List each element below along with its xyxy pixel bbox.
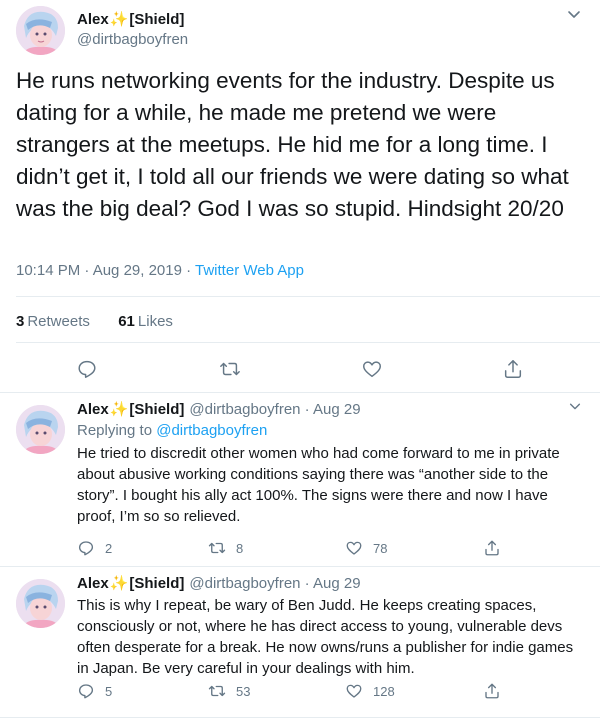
like-icon <box>346 541 362 555</box>
chevron-down-icon[interactable] <box>566 6 582 22</box>
retweet-button[interactable]: 53 <box>208 682 250 700</box>
replying-to: Replying to @dirtbagboyfren <box>77 422 267 439</box>
share-button[interactable] <box>483 682 511 700</box>
reply-tweet[interactable]: Alex ✨ [Shield] @dirtbagboyfren · Aug 29… <box>0 567 600 718</box>
reply-tweet[interactable]: Alex ✨ [Shield] @dirtbagboyfren · Aug 29… <box>0 393 600 567</box>
reply-count: 2 <box>105 540 113 556</box>
divider <box>16 342 600 343</box>
share-icon <box>485 540 499 556</box>
like-button[interactable]: 128 <box>345 682 395 700</box>
like-button[interactable]: 78 <box>345 539 387 557</box>
retweets-stat[interactable]: 3 Retweets <box>16 313 90 330</box>
reply-text: This is why I repeat, be wary of Ben Jud… <box>77 597 574 677</box>
chevron-down-icon[interactable] <box>568 399 582 413</box>
share-icon[interactable] <box>502 358 524 380</box>
tweet-actions <box>0 356 600 384</box>
sparkle-icon: ✨ <box>109 401 129 418</box>
author-tag[interactable]: [Shield] <box>129 575 184 592</box>
avatar-illustration <box>16 6 65 55</box>
retweet-count: 53 <box>236 683 251 699</box>
author-name[interactable]: Alex <box>77 575 109 592</box>
reply-button[interactable]: 2 <box>77 539 112 557</box>
retweet-button[interactable]: 8 <box>208 539 243 557</box>
like-count: 78 <box>373 540 388 556</box>
author-name-row[interactable]: Alex ✨ [Shield] <box>77 10 184 29</box>
author-tag[interactable]: [Shield] <box>129 401 184 418</box>
avatar-illustration <box>16 579 65 628</box>
avatar[interactable] <box>16 405 65 454</box>
author-name[interactable]: Alex <box>77 401 109 418</box>
reply-count: 5 <box>105 683 113 699</box>
source-app-link[interactable]: Twitter Web App <box>195 262 304 279</box>
reply-text: He tried to discredit other women who ha… <box>77 445 560 525</box>
tweet-text: He runs networking events for the indust… <box>16 68 569 221</box>
reply-icon <box>78 541 94 556</box>
author-tag[interactable]: [Shield] <box>129 11 184 28</box>
like-count: 128 <box>373 683 395 699</box>
avatar[interactable] <box>16 579 65 628</box>
share-button[interactable] <box>483 539 511 557</box>
reply-icon <box>78 684 94 699</box>
likes-label: Likes <box>137 313 173 330</box>
like-icon[interactable] <box>361 358 383 380</box>
author-handle[interactable]: @dirtbagboyfren <box>77 31 188 48</box>
sparkle-icon: ✨ <box>109 575 129 592</box>
engagement-stats: 3 Retweets 61 Likes <box>16 313 173 330</box>
reply-button[interactable]: 5 <box>77 682 112 700</box>
reply-actions: 5 53 128 <box>0 682 600 702</box>
reply-icon[interactable] <box>76 358 98 380</box>
replying-handle-link[interactable]: @dirtbagboyfren <box>156 422 267 439</box>
reply-header: Alex ✨ [Shield] @dirtbagboyfren · Aug 29 <box>77 400 361 419</box>
reply-header: Alex ✨ [Shield] @dirtbagboyfren · Aug 29 <box>77 574 361 593</box>
retweet-icon <box>208 542 226 554</box>
retweet-icon <box>208 685 226 697</box>
author-handle-date[interactable]: @dirtbagboyfren · Aug 29 <box>189 575 360 592</box>
sparkle-icon: ✨ <box>109 11 129 28</box>
tweet-timestamp[interactable]: 10:14 PM · Aug 29, 2019 · <box>16 262 195 279</box>
share-icon <box>485 683 499 699</box>
avatar[interactable] <box>16 6 65 55</box>
author-name[interactable]: Alex <box>77 11 109 28</box>
reply-actions: 2 8 78 <box>0 539 600 559</box>
replying-prefix: Replying to <box>77 422 157 439</box>
retweet-count: 8 <box>236 540 244 556</box>
like-icon <box>346 684 362 698</box>
likes-stat[interactable]: 61 Likes <box>118 313 173 330</box>
author-handle-date[interactable]: @dirtbagboyfren · Aug 29 <box>189 401 360 418</box>
retweets-count: 3 <box>16 313 25 330</box>
retweets-label: Retweets <box>27 313 90 330</box>
tweet-meta: 10:14 PM · Aug 29, 2019 · Twitter Web Ap… <box>16 262 304 279</box>
likes-count: 61 <box>118 313 135 330</box>
main-tweet: Alex ✨ [Shield] @dirtbagboyfren He runs … <box>0 0 600 393</box>
avatar-illustration <box>16 405 65 454</box>
retweet-icon[interactable] <box>219 358 241 380</box>
divider <box>16 296 600 297</box>
